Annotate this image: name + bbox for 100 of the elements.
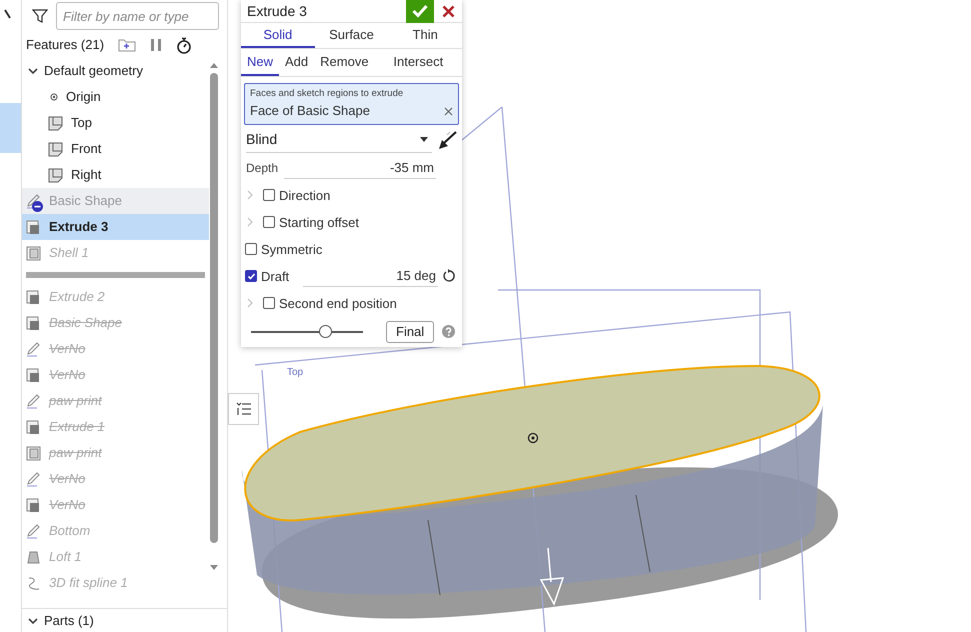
- feature-label: VerNo: [49, 496, 86, 514]
- feature-label: Extrude 1: [49, 418, 105, 436]
- pencil-icon: [26, 394, 41, 408]
- checkbox[interactable]: [263, 216, 275, 228]
- selection-field[interactable]: Faces and sketch regions to extrude Face of Basic Shape: [244, 83, 459, 125]
- operation-tab[interactable]: Intersect: [374, 49, 462, 76]
- plane-label: Top: [287, 367, 304, 378]
- checkbox[interactable]: [245, 243, 257, 256]
- checkbox[interactable]: [263, 297, 275, 310]
- feature-label: Front: [71, 140, 102, 158]
- pencil-icon: [26, 194, 41, 208]
- option-label: Draft: [261, 268, 290, 286]
- feature-label: Loft 1: [49, 548, 82, 566]
- features-heading: Features (21): [26, 36, 104, 54]
- accept-button[interactable]: [406, 0, 434, 22]
- add-folder-icon[interactable]: [118, 38, 136, 52]
- tree-label: Default geometry: [44, 62, 143, 80]
- scroll-up-icon[interactable]: [210, 62, 218, 68]
- caret-icon: [420, 136, 428, 142]
- chevron-icon[interactable]: [28, 67, 38, 75]
- loft-icon: [26, 550, 41, 564]
- pencil-icon: [26, 342, 41, 356]
- selection-field-label: Faces and sketch regions to extrude: [250, 87, 404, 101]
- slider[interactable]: [248, 324, 366, 339]
- plane-icon: [48, 168, 63, 182]
- extrude-icon: [26, 368, 41, 382]
- feature-label: Extrude 2: [49, 288, 105, 306]
- feature-label: Basic Shape: [49, 192, 122, 210]
- feature-item[interactable]: Origin: [22, 84, 209, 110]
- pause-icon[interactable]: [150, 38, 162, 52]
- extrude-icon: [26, 220, 41, 234]
- origin-icon: [50, 93, 58, 101]
- feature-label: Shell 1: [49, 244, 89, 262]
- direction-arrow: [540, 548, 564, 606]
- feature-label: paw print: [49, 444, 102, 462]
- feature-label: 3D fit spline 1: [49, 574, 128, 592]
- origin-marker-icon: [528, 432, 538, 444]
- feature-item[interactable]: Right: [22, 162, 209, 188]
- feature-label: VerNo: [49, 340, 86, 358]
- checkbox[interactable]: [245, 270, 257, 282]
- tree-label: Parts (1): [44, 612, 94, 630]
- extrude-icon: [26, 420, 41, 434]
- extrude-icon: [26, 316, 41, 330]
- minus-badge-icon: [32, 200, 43, 212]
- plane-icon: [48, 142, 63, 156]
- option-label: Direction: [279, 186, 330, 204]
- operation-tab[interactable]: Remove: [314, 49, 375, 76]
- feature-item[interactable]: Extrude 3: [22, 214, 209, 240]
- plane-icon: [48, 116, 63, 130]
- option-label: Symmetric: [261, 240, 322, 259]
- selection-highlight: [0, 103, 21, 153]
- end-type-dropdown[interactable]: Blind: [246, 126, 432, 153]
- shell-icon: [26, 246, 41, 260]
- feature-label: Top: [71, 114, 92, 132]
- type-tab[interactable]: Thin: [388, 23, 462, 48]
- shell-icon: [26, 446, 41, 460]
- spline-icon: [26, 576, 41, 590]
- pencil-icon: [26, 472, 41, 486]
- stopwatch-icon[interactable]: [176, 36, 192, 54]
- clear-icon[interactable]: [444, 106, 453, 116]
- feature-label: VerNo: [49, 366, 86, 384]
- extrude-icon: [26, 290, 41, 304]
- type-tab[interactable]: Surface: [314, 23, 388, 48]
- final-button[interactable]: Final: [386, 320, 434, 343]
- feature-label: Basic Shape: [49, 314, 122, 332]
- filter-icon[interactable]: [32, 8, 48, 24]
- checkbox[interactable]: [263, 189, 275, 202]
- reset-icon[interactable]: [442, 269, 456, 284]
- check-icon: [412, 4, 428, 18]
- list-toggle-button[interactable]: [228, 393, 259, 425]
- feature-label: VerNo: [49, 470, 86, 488]
- feature-label: paw print: [49, 392, 102, 410]
- operation-tab[interactable]: Add: [279, 49, 314, 76]
- extrude-icon: [26, 498, 41, 512]
- chevron-icon[interactable]: [28, 616, 38, 624]
- option-label: Second end position: [279, 294, 397, 313]
- selection-value: Face of Basic Shape: [250, 102, 370, 120]
- feature-label: Extrude 3: [49, 218, 108, 236]
- scroll-down-icon[interactable]: [210, 565, 218, 571]
- feature-item[interactable]: Front: [22, 136, 209, 162]
- feature-label: Right: [71, 166, 102, 184]
- close-icon: [442, 4, 454, 18]
- pencil-icon: [26, 524, 41, 538]
- feature-label: Origin: [66, 88, 101, 106]
- slider-thumb[interactable]: [319, 324, 332, 338]
- filter-field[interactable]: Filter by name or type: [56, 2, 219, 30]
- draft-angle-field[interactable]: 15 deg: [303, 266, 438, 286]
- feature-label: Bottom: [49, 522, 90, 540]
- feature-item[interactable]: Top: [22, 110, 209, 136]
- depth-label: Depth: [246, 160, 278, 178]
- help-icon[interactable]: [442, 325, 456, 338]
- flip-direction-icon[interactable]: [438, 130, 458, 150]
- parts-node[interactable]: Parts (1): [22, 608, 227, 632]
- depth-field[interactable]: -35 mm: [284, 158, 436, 178]
- operation-tab[interactable]: New: [241, 49, 280, 76]
- list-icon: [236, 401, 252, 417]
- option-label: Starting offset: [279, 214, 359, 232]
- dialog-title: Extrude 3: [246, 2, 308, 20]
- tree-node[interactable]: Default geometry: [22, 58, 209, 84]
- type-tab[interactable]: Solid: [241, 23, 315, 48]
